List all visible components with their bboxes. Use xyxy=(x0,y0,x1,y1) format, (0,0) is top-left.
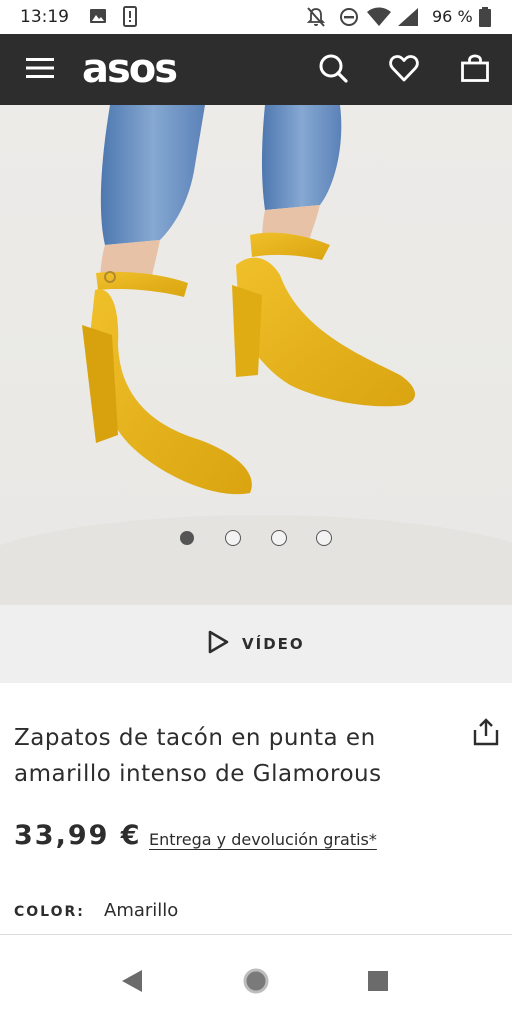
product-image[interactable] xyxy=(0,105,512,605)
app-header: asos xyxy=(0,34,512,105)
share-icon xyxy=(472,717,500,751)
color-value: Amarillo xyxy=(104,900,179,921)
home-circle-icon xyxy=(242,967,270,999)
notifications-off-icon xyxy=(306,6,326,32)
carousel-dot[interactable] xyxy=(180,531,194,545)
back-button[interactable] xyxy=(112,963,152,1003)
share-button[interactable] xyxy=(468,716,504,752)
recents-square-icon xyxy=(366,969,390,997)
sim-notification-icon xyxy=(122,6,138,32)
asos-logo[interactable]: asos xyxy=(82,44,178,94)
status-time: 13:19 xyxy=(20,7,69,27)
cell-signal-icon xyxy=(396,6,420,32)
menu-icon xyxy=(26,57,54,83)
home-button[interactable] xyxy=(236,963,276,1003)
wifi-icon xyxy=(366,6,392,32)
back-triangle-icon xyxy=(120,968,144,998)
carousel-dots xyxy=(0,530,512,550)
play-icon xyxy=(206,630,230,658)
video-bar: VÍDEO xyxy=(0,605,512,683)
do-not-disturb-icon xyxy=(338,6,360,32)
recents-button[interactable] xyxy=(358,963,398,1003)
heart-icon xyxy=(389,54,419,86)
carousel-dot[interactable] xyxy=(271,530,287,546)
status-bar: 13:19 96 % xyxy=(0,0,512,34)
bag-icon xyxy=(460,53,490,87)
video-label: VÍDEO xyxy=(242,635,305,653)
system-nav-bar xyxy=(0,935,512,1024)
search-icon xyxy=(318,53,348,87)
carousel-dot[interactable] xyxy=(316,530,332,546)
battery-percentage: 96 % xyxy=(432,7,473,26)
image-notification-icon xyxy=(88,6,108,30)
carousel-dot[interactable] xyxy=(225,530,241,546)
bag-button[interactable] xyxy=(453,48,497,92)
video-button[interactable]: VÍDEO xyxy=(206,629,305,659)
battery-icon xyxy=(478,6,492,32)
saved-items-button[interactable] xyxy=(382,48,426,92)
menu-button[interactable] xyxy=(18,48,62,92)
product-price: 33,99 € xyxy=(14,820,142,851)
color-label: COLOR: xyxy=(14,904,85,920)
product-title: Zapatos de tacón en punta en amarillo in… xyxy=(14,725,382,787)
search-button[interactable] xyxy=(311,48,355,92)
free-delivery-link[interactable]: Entrega y devolución gratis* xyxy=(149,830,377,849)
